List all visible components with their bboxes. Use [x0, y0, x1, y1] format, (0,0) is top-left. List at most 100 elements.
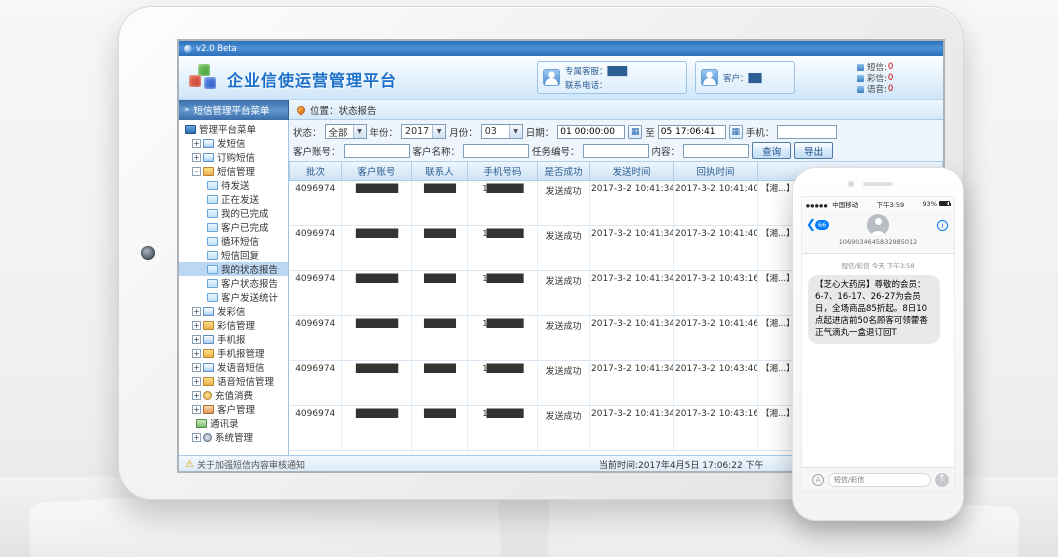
year-select[interactable]: 2017 ▼	[401, 124, 446, 139]
cell-contact: ██████	[412, 270, 468, 315]
sidebar-item-label: 充值消费	[215, 388, 253, 402]
calendar-icon[interactable]: ▦	[729, 125, 743, 139]
cell-status: 发送成功	[538, 315, 590, 360]
mail-icon	[203, 153, 214, 162]
sidebar-item[interactable]: 短信回复	[179, 248, 288, 262]
sidebar-item[interactable]: 通讯录	[179, 416, 288, 430]
account-label: 客户账号：	[293, 144, 341, 158]
camera-icon[interactable]	[807, 475, 808, 485]
column-header[interactable]: 发送时间	[590, 162, 674, 180]
expander-icon[interactable]: +	[192, 377, 201, 386]
sidebar-item[interactable]: + 充值消费	[179, 388, 288, 402]
column-header[interactable]: 回执时间	[674, 162, 758, 180]
sidebar-item[interactable]: + 手机报管理	[179, 346, 288, 360]
expander-icon[interactable]: +	[192, 307, 201, 316]
sidebar-item-label: 客户发送统计	[221, 290, 278, 304]
notice-link[interactable]: ⚠ 关于加强短信内容审核通知	[185, 458, 305, 471]
export-button[interactable]: 导出	[794, 142, 833, 159]
sidebar-item-label: 循环短信	[221, 234, 259, 248]
status-select[interactable]: 全部 ▼	[325, 124, 367, 139]
window-title-bar: v2.0 Beta	[179, 41, 943, 56]
cell-receipt_time: 2017-3-2 10:41:46	[674, 315, 758, 360]
column-header[interactable]: 联系人	[412, 162, 468, 180]
expander-icon[interactable]: +	[192, 153, 201, 162]
sidebar-item-label: 手机报管理	[217, 346, 265, 360]
cell-phone: 1███████	[468, 315, 538, 360]
month-select[interactable]: 03 ▼	[481, 124, 523, 139]
sidebar-header: » 短信管理平台菜单	[179, 100, 289, 120]
sidebar-item[interactable]: 客户发送统计	[179, 290, 288, 304]
sidebar-item[interactable]: +彩信管理	[179, 318, 288, 332]
expander-icon[interactable]: +	[192, 321, 201, 330]
location-pin-icon	[295, 104, 306, 115]
page-icon	[207, 223, 218, 232]
sidebar-item[interactable]: + 订购短信	[179, 150, 288, 164]
phone-camera	[848, 181, 854, 187]
sidebar-item[interactable]: -短信管理	[179, 164, 288, 178]
column-header[interactable]: 手机号码	[468, 162, 538, 180]
column-header[interactable]: 客户账号	[342, 162, 412, 180]
page-icon	[207, 265, 218, 274]
app-icon	[184, 45, 192, 53]
account-input[interactable]	[344, 144, 410, 158]
sidebar-item-label: 短信回复	[221, 248, 259, 262]
sidebar-item[interactable]: +客户管理	[179, 402, 288, 416]
book-icon	[196, 419, 207, 428]
calendar-icon[interactable]: ▦	[628, 125, 642, 139]
cell-receipt_time: 2017-3-2 10:43:40	[674, 360, 758, 405]
expander-icon[interactable]: +	[192, 349, 201, 358]
current-time: 当前时间:2017年4月5日 17:06:22 下午	[599, 458, 764, 471]
column-header[interactable]: 是否成功	[538, 162, 590, 180]
folder-icon	[203, 167, 214, 176]
send-button[interactable]: ↑	[935, 473, 949, 487]
sidebar-item[interactable]: 我的状态报告	[179, 262, 288, 276]
back-badge[interactable]: 66	[815, 220, 829, 230]
phone-input[interactable]	[777, 125, 837, 139]
sidebar-item[interactable]: 管理平台菜单	[179, 122, 288, 136]
info-icon[interactable]: i	[937, 220, 948, 231]
apps-icon[interactable]: A	[812, 474, 824, 486]
sidebar-item-label: 待发送	[221, 178, 250, 192]
expander-icon[interactable]: +	[192, 433, 201, 442]
sidebar-item-label: 正在发送	[221, 192, 259, 206]
cell-account: ████████	[342, 180, 412, 225]
stat-label: 语音:	[867, 83, 887, 95]
expander-icon[interactable]: +	[192, 335, 201, 344]
sidebar-item[interactable]: 客户已完成	[179, 220, 288, 234]
cell-status: 发送成功	[538, 405, 590, 450]
date-from-input[interactable]	[557, 125, 625, 139]
customer-name-input[interactable]	[463, 144, 529, 158]
sidebar-item[interactable]: +发短信	[179, 136, 288, 150]
sidebar-item[interactable]: +发语音短信	[179, 360, 288, 374]
expander-icon[interactable]: +	[192, 391, 201, 400]
sidebar-item[interactable]: 我的已完成	[179, 206, 288, 220]
sidebar-item[interactable]: 客户状态报告	[179, 276, 288, 290]
task-number-input[interactable]	[583, 144, 649, 158]
sidebar-item[interactable]: 循环短信	[179, 234, 288, 248]
sidebar-item[interactable]: + 手机报	[179, 332, 288, 346]
version-label: v2.0 Beta	[196, 44, 237, 54]
sidebar-item[interactable]: +发彩信	[179, 304, 288, 318]
sidebar-item[interactable]: +语音短信管理	[179, 374, 288, 388]
cell-send_time: 2017-3-2 10:41:34	[590, 270, 674, 315]
cell-receipt_time: 2017-3-2 10:43:16	[674, 405, 758, 450]
expander-icon[interactable]: +	[192, 363, 201, 372]
search-button[interactable]: 查询	[752, 142, 791, 159]
date-to-input[interactable]	[658, 125, 726, 139]
task-label: 任务编号：	[532, 144, 580, 158]
battery-icon	[939, 201, 950, 206]
sidebar-item-label: 手机报	[217, 332, 246, 346]
sidebar-item[interactable]: 正在发送	[179, 192, 288, 206]
expander-icon[interactable]: -	[192, 167, 201, 176]
sidebar-item[interactable]: 待发送	[179, 178, 288, 192]
sidebar-item-label: 订购短信	[217, 150, 255, 164]
sidebar-item[interactable]: +系统管理	[179, 430, 288, 444]
content-input[interactable]	[683, 144, 749, 158]
column-header[interactable]: 批次	[290, 162, 342, 180]
expander-icon[interactable]: +	[192, 139, 201, 148]
sidebar-item-label: 通讯录	[210, 416, 239, 430]
folder-icon	[203, 321, 214, 330]
message-input[interactable]	[828, 473, 931, 487]
sidebar-item-label: 客户状态报告	[221, 276, 278, 290]
expander-icon[interactable]: +	[192, 405, 201, 414]
